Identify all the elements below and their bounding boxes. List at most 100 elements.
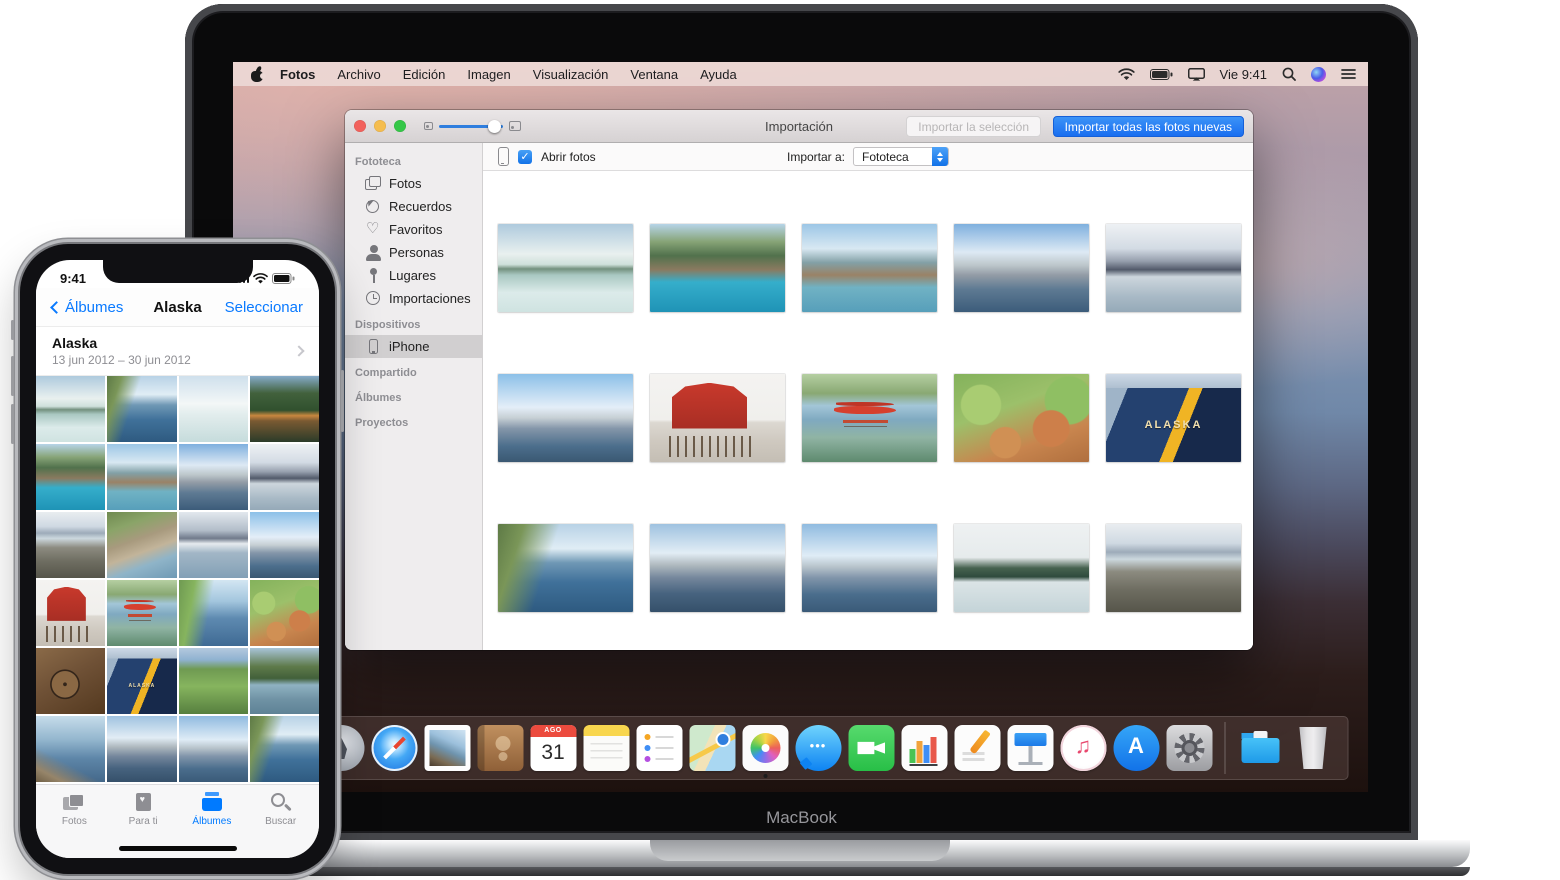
menu-item-ventana[interactable]: Ventana [619,67,689,82]
iphone-notch [102,260,253,283]
photo-snowy-ridge[interactable] [249,444,319,510]
window-titlebar[interactable]: Importación Importar la selección Import… [345,110,1253,143]
photo-snow-range[interactable] [178,512,248,578]
photo-wagon-wheel[interactable] [36,648,106,714]
photo-marina-boats[interactable] [498,374,633,462]
maximize-button[interactable] [394,120,406,132]
dock-contacts[interactable] [476,724,524,772]
menu-item-visualizacion[interactable]: Visualización [522,67,620,82]
photo-shore-branch[interactable] [498,524,633,612]
photo-coast-blue[interactable] [249,716,319,782]
select-button[interactable]: Seleccionar [225,299,303,316]
open-photos-checkbox[interactable] [518,149,532,164]
photo-marina-boats[interactable] [249,512,319,578]
photo-marina-reflection[interactable] [178,716,248,782]
photo-harbor-boats[interactable] [954,224,1089,312]
dock-facetime[interactable] [847,724,895,772]
notification-list-icon[interactable] [1341,68,1356,80]
photo-alaska-train[interactable]: ALASKA [1106,374,1241,462]
dock-mail[interactable] [423,724,471,772]
photo-rocky-shore[interactable] [107,512,177,578]
itunes-icon [1060,725,1106,771]
wifi-icon[interactable] [1117,67,1135,81]
dock-app-store[interactable] [1112,724,1160,772]
menu-item-archivo[interactable]: Archivo [326,67,391,82]
tab-buscar[interactable]: Buscar [252,792,310,858]
import-selection-button[interactable]: Importar la selección [906,116,1041,137]
photo-dark-mountain[interactable] [954,524,1089,612]
photo-red-house[interactable] [650,374,785,462]
messages-icon [795,725,841,771]
photo-wooden-pier[interactable] [802,224,937,312]
photo-shore-branch[interactable] [107,376,177,442]
sidebar-item-fotos[interactable]: Fotos [345,172,482,195]
photo-blue-boat-pier[interactable] [36,444,106,510]
menu-item-fotos[interactable]: Fotos [269,67,326,82]
photo-marina-reflection[interactable] [802,524,937,612]
photo-bright-lake[interactable] [178,376,248,442]
slider-track[interactable] [439,119,503,133]
photo-green-meadow[interactable] [178,648,248,714]
dock-itunes[interactable] [1059,724,1107,772]
airplay-display-icon[interactable] [1187,67,1205,81]
minimize-button[interactable] [374,120,386,132]
sidebar-item-personas[interactable]: Personas [345,241,482,264]
photo-alaska-train[interactable]: ALASKA [107,648,177,714]
photo-wooden-pier[interactable] [107,444,177,510]
photo-lake-reflection[interactable] [36,376,106,442]
dock-reminders[interactable] [635,724,683,772]
menu-item-edicion[interactable]: Edición [392,67,457,82]
photo-orange-plants[interactable] [249,580,319,646]
dock-messages[interactable] [794,724,842,772]
sidebar-item-lugares[interactable]: Lugares [345,264,482,287]
photo-gravel-cove[interactable] [36,512,106,578]
dock-photos[interactable] [741,724,789,778]
close-button[interactable] [354,120,366,132]
dock-keynote[interactable] [1006,724,1054,772]
dock-documents-folder[interactable] [1236,724,1284,772]
back-button[interactable]: Álbumes [50,299,123,316]
photo-harbor-boats[interactable] [178,444,248,510]
dock-maps[interactable] [688,724,736,772]
photo-seaplane[interactable] [107,580,177,646]
sidebar-item-favoritos[interactable]: Favoritos [345,218,482,241]
dock-notes[interactable] [582,724,630,772]
sidebar-section-albumes: Álbumes [345,383,482,408]
menu-clock[interactable]: Vie 9:41 [1220,67,1267,82]
dock-trash[interactable] [1289,724,1337,772]
sidebar-item-importaciones[interactable]: Importaciones [345,287,482,310]
tab-fotos[interactable]: Fotos [45,792,103,858]
menu-item-ayuda[interactable]: Ayuda [689,67,748,82]
battery-icon[interactable] [1149,68,1173,80]
dock-safari[interactable] [370,724,418,772]
photo-snowy-mountains[interactable] [1106,224,1241,312]
photo-tree-by-water[interactable] [178,580,248,646]
thumbnail-size-slider[interactable] [424,119,521,133]
menu-item-imagen[interactable]: Imagen [456,67,521,82]
photo-marina-cloudy[interactable] [107,716,177,782]
photo-blue-boat-pier[interactable] [650,224,785,312]
photo-forest-pond[interactable] [249,648,319,714]
search-icon[interactable] [1282,67,1296,81]
sidebar-item-recuerdos[interactable]: Recuerdos [345,195,482,218]
photo-driftwood[interactable] [36,716,106,782]
photo-forest-cabins[interactable] [249,376,319,442]
sidebar-item-iphone[interactable]: iPhone [345,335,482,358]
photo-seaplane[interactable] [802,374,937,462]
dock-numbers[interactable] [900,724,948,772]
photo-orange-plants[interactable] [954,374,1089,462]
dock-calendar[interactable]: AGO 31 [529,724,577,772]
apple-menu[interactable] [245,64,269,82]
photo-marina-cloudy[interactable] [650,524,785,612]
import-to-select[interactable]: Fototeca [853,147,950,166]
import-all-button[interactable]: Importar todas las fotos nuevas [1052,116,1244,137]
album-header[interactable]: Alaska 13 jun 2012 – 30 jun 2012 [36,326,319,376]
siri-icon[interactable] [1311,66,1326,82]
photo-beach-mountains[interactable] [1106,524,1241,612]
slider-thumb[interactable] [488,119,501,133]
dock-system-preferences[interactable] [1165,724,1213,772]
dock-pages[interactable] [953,724,1001,772]
photo-lake-reflection[interactable] [498,224,633,312]
home-indicator[interactable] [118,846,237,851]
photo-red-house[interactable] [36,580,106,646]
